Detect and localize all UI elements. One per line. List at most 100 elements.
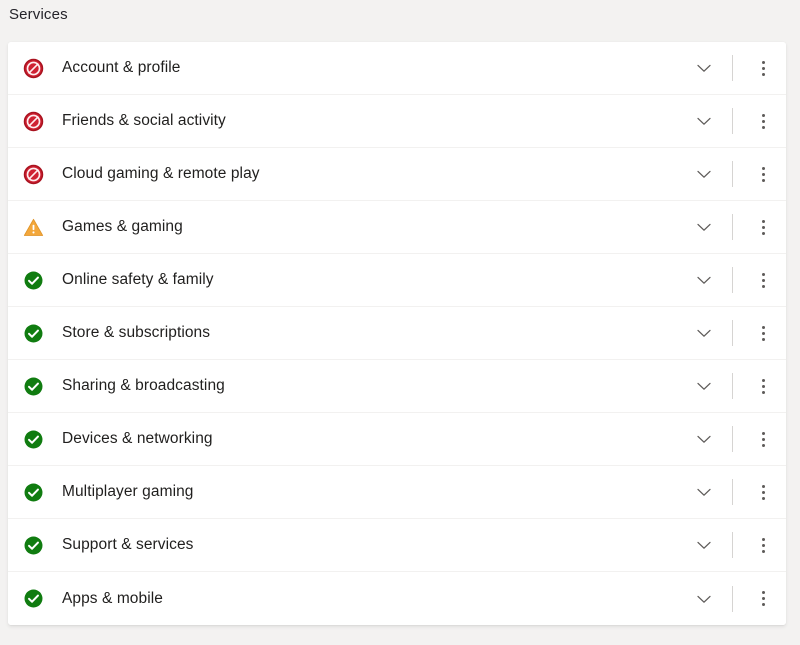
more-vertical-icon xyxy=(761,166,765,182)
service-row[interactable]: Cloud gaming & remote play xyxy=(8,148,786,201)
more-options-button[interactable] xyxy=(740,95,786,148)
chevron-down-icon xyxy=(694,270,714,290)
expand-row-button[interactable] xyxy=(683,572,725,625)
more-vertical-icon xyxy=(761,537,765,553)
service-row[interactable]: Devices & networking xyxy=(8,413,786,466)
action-divider xyxy=(732,532,733,558)
service-row-actions xyxy=(683,307,786,359)
action-divider xyxy=(732,267,733,293)
service-row[interactable]: Account & profile xyxy=(8,42,786,95)
more-vertical-icon xyxy=(761,484,765,500)
service-row-label: Apps & mobile xyxy=(62,589,163,607)
service-row-actions xyxy=(683,148,786,200)
service-row-label: Cloud gaming & remote play xyxy=(62,165,260,182)
service-row-actions xyxy=(683,519,786,571)
more-options-button[interactable] xyxy=(740,201,786,254)
more-vertical-icon xyxy=(761,431,765,447)
service-row-label: Multiplayer gaming xyxy=(62,483,194,500)
expand-row-button[interactable] xyxy=(683,42,725,95)
chevron-down-icon xyxy=(694,535,714,555)
action-divider xyxy=(732,108,733,134)
service-row-label: Store & subscriptions xyxy=(62,324,211,341)
chevron-down-icon xyxy=(694,482,714,502)
service-row-label: Sharing & broadcasting xyxy=(62,377,225,394)
more-options-button[interactable] xyxy=(740,42,786,95)
service-row-actions xyxy=(683,95,786,147)
service-row-actions xyxy=(683,413,786,465)
services-status-page: Services Account & profile Friends & soci… xyxy=(0,0,800,645)
service-row[interactable]: Games & gaming xyxy=(8,201,786,254)
action-divider xyxy=(732,214,733,240)
more-vertical-icon xyxy=(761,378,765,394)
chevron-down-icon xyxy=(694,323,714,343)
expand-row-button[interactable] xyxy=(683,519,725,572)
service-row-label: Games & gaming xyxy=(62,218,183,235)
more-options-button[interactable] xyxy=(740,148,786,201)
chevron-down-icon xyxy=(694,217,714,237)
action-divider xyxy=(732,426,733,452)
page-title: Services xyxy=(9,6,68,23)
service-row-actions xyxy=(683,466,786,518)
check-circle-icon xyxy=(22,269,44,291)
service-row[interactable]: Multiplayer gaming xyxy=(8,466,786,519)
service-row[interactable]: Support & services xyxy=(8,519,786,572)
expand-row-button[interactable] xyxy=(683,307,725,360)
service-row[interactable]: Friends & social activity xyxy=(8,95,786,148)
service-row-actions xyxy=(683,201,786,253)
action-divider xyxy=(732,373,733,399)
expand-row-button[interactable] xyxy=(683,95,725,148)
service-row-label: Account & profile xyxy=(62,59,181,76)
expand-row-button[interactable] xyxy=(683,466,725,519)
more-options-button[interactable] xyxy=(740,466,786,519)
blocked-icon xyxy=(22,163,44,185)
chevron-down-icon xyxy=(694,111,714,131)
chevron-down-icon xyxy=(694,58,714,78)
more-options-button[interactable] xyxy=(740,572,786,625)
action-divider xyxy=(732,585,733,612)
expand-row-button[interactable] xyxy=(683,413,725,466)
check-circle-icon xyxy=(22,428,44,450)
expand-row-button[interactable] xyxy=(683,148,725,201)
check-circle-icon xyxy=(22,375,44,397)
service-row[interactable]: Online safety & family xyxy=(8,254,786,307)
blocked-icon xyxy=(22,110,44,132)
action-divider xyxy=(732,161,733,187)
service-row-label: Devices & networking xyxy=(62,430,213,447)
services-list: Account & profile Friends & social activi… xyxy=(8,42,786,625)
service-row-label: Support & services xyxy=(62,536,194,553)
service-row-actions xyxy=(683,42,786,94)
more-vertical-icon xyxy=(761,219,765,235)
more-vertical-icon xyxy=(761,325,765,341)
expand-row-button[interactable] xyxy=(683,254,725,307)
chevron-down-icon xyxy=(694,164,714,184)
more-options-button[interactable] xyxy=(740,519,786,572)
warning-icon xyxy=(22,216,44,238)
service-row-label: Online safety & family xyxy=(62,271,214,288)
more-vertical-icon xyxy=(761,60,765,76)
more-vertical-icon xyxy=(761,113,765,129)
service-row-actions xyxy=(683,572,786,625)
action-divider xyxy=(732,320,733,346)
action-divider xyxy=(732,55,733,81)
more-options-button[interactable] xyxy=(740,413,786,466)
expand-row-button[interactable] xyxy=(683,201,725,254)
check-circle-icon xyxy=(22,588,44,610)
service-row[interactable]: Sharing & broadcasting xyxy=(8,360,786,413)
check-circle-icon xyxy=(22,534,44,556)
more-vertical-icon xyxy=(761,591,765,606)
check-circle-icon xyxy=(22,481,44,503)
action-divider xyxy=(732,479,733,505)
more-vertical-icon xyxy=(761,272,765,288)
service-row[interactable]: Store & subscriptions xyxy=(8,307,786,360)
chevron-down-icon xyxy=(694,589,714,609)
more-options-button[interactable] xyxy=(740,307,786,360)
service-row-actions xyxy=(683,360,786,412)
more-options-button[interactable] xyxy=(740,254,786,307)
chevron-down-icon xyxy=(694,429,714,449)
service-row-label: Friends & social activity xyxy=(62,112,226,129)
chevron-down-icon xyxy=(694,376,714,396)
more-options-button[interactable] xyxy=(740,360,786,413)
service-row-actions xyxy=(683,254,786,306)
expand-row-button[interactable] xyxy=(683,360,725,413)
service-row[interactable]: Apps & mobile xyxy=(8,572,786,625)
